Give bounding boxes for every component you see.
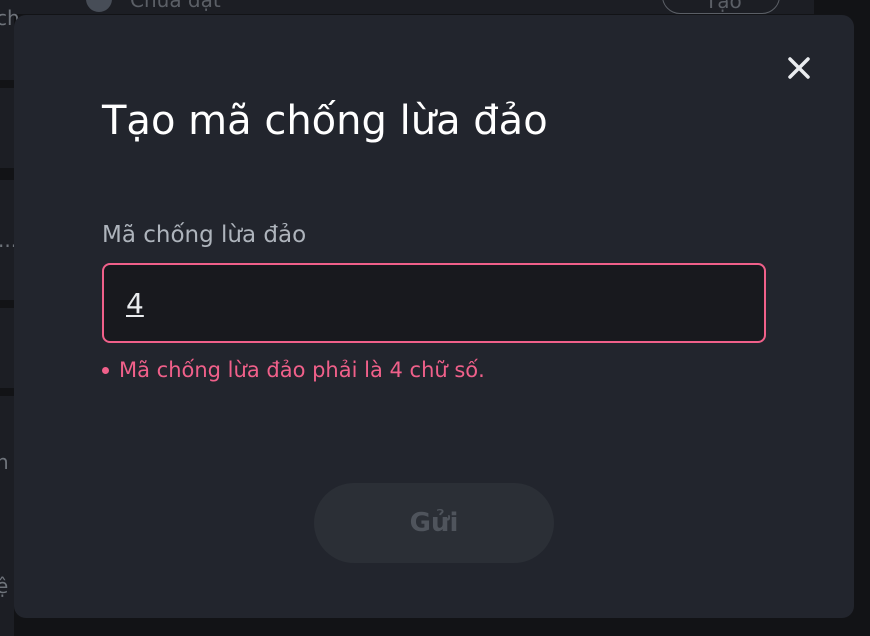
background-row bbox=[0, 308, 14, 388]
anti-phishing-code-dialog: Tạo mã chống lừa đảo Mã chống lừa đảo Mã… bbox=[14, 15, 854, 618]
background-row bbox=[0, 396, 14, 636]
error-message: Mã chống lừa đảo phải là 4 chữ số. bbox=[119, 358, 485, 382]
close-icon bbox=[788, 57, 810, 79]
background-row bbox=[0, 88, 14, 168]
close-button[interactable] bbox=[784, 53, 814, 83]
anti-phishing-code-label: Mã chống lừa đảo bbox=[102, 222, 307, 248]
error-bullet-icon bbox=[102, 366, 109, 374]
anti-phishing-code-input[interactable] bbox=[126, 279, 726, 327]
background-create-button-label: Tạo bbox=[705, 0, 742, 13]
validation-error: Mã chống lừa đảo phải là 4 chữ số. bbox=[102, 355, 485, 385]
background-fragment: h bbox=[0, 450, 9, 474]
dialog-title: Tạo mã chống lừa đảo bbox=[102, 98, 548, 144]
background-fragment: ệ bbox=[0, 574, 9, 598]
anti-phishing-code-input-box[interactable] bbox=[102, 263, 766, 343]
background-create-button[interactable]: Tạo bbox=[662, 0, 780, 14]
background-status-text: Chưa đặt bbox=[130, 0, 221, 12]
submit-button[interactable]: Gửi bbox=[314, 483, 554, 563]
